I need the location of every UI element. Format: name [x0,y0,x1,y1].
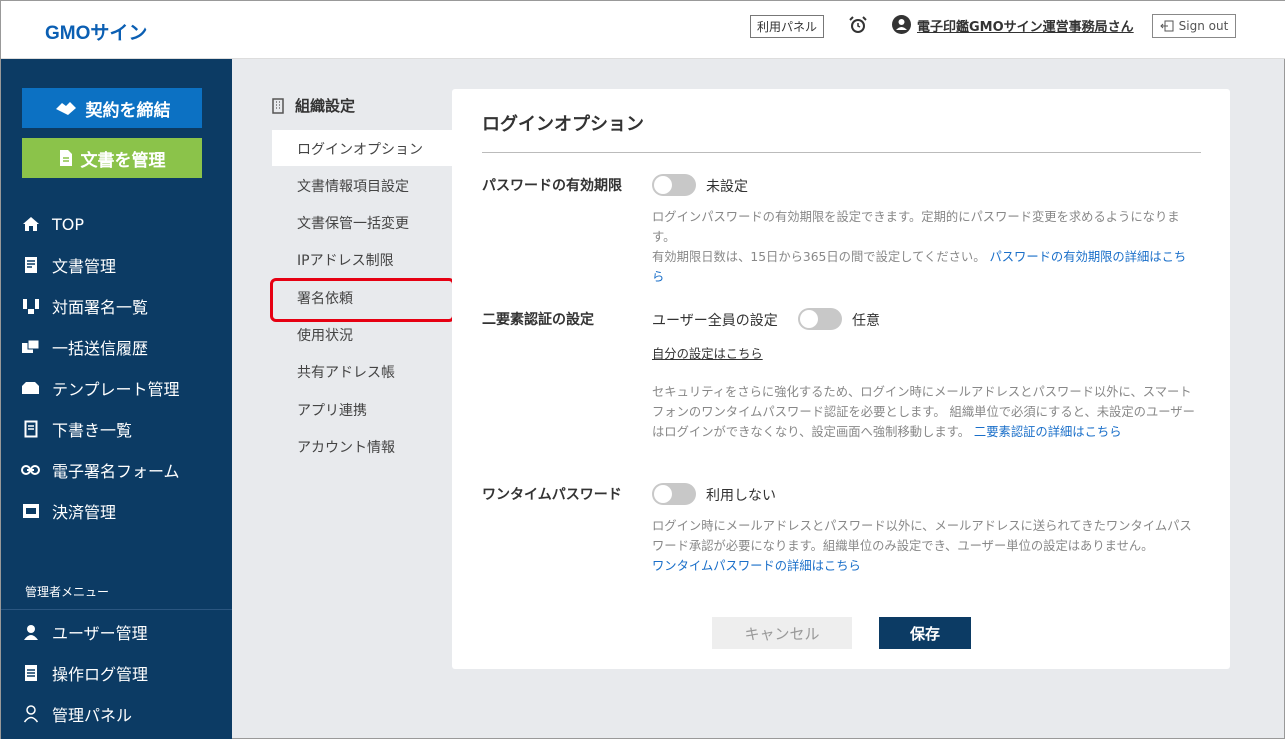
cancel-button[interactable]: キャンセル [712,617,852,649]
nav-draft-list[interactable]: 下書き一覧 [21,417,132,441]
draft-icon [21,420,40,439]
document-icon [59,150,72,166]
two-factor-label: 二要素認証の設定 [482,312,594,328]
title-divider [482,152,1201,153]
submenu-usage-status[interactable]: 使用状況 [297,325,353,345]
nav-admin-panel-label: 管理パネル [52,706,133,725]
user-icon [21,623,40,642]
two-factor-description: セキュリティをさらに強化するため、ログイン時にメールアドレスとパスワード以外に、… [652,382,1197,442]
user-avatar-icon [892,15,911,34]
nav-payment-management[interactable]: 決済管理 [21,499,116,523]
nav-operation-log-label: 操作ログ管理 [52,665,149,684]
nav-operation-log[interactable]: 操作ログ管理 [21,661,148,685]
home-icon [21,215,40,234]
onetime-password-desc-text: ログイン時にメールアドレスとパスワード以外に、メールアドレスに送られてきたワンタ… [652,519,1192,553]
admin-divider [1,609,232,610]
nav-template-management[interactable]: テンプレート管理 [21,376,180,400]
sign-out-icon [1159,20,1174,32]
user-name-link[interactable]: 電子印鑑GMOサイン運営事務局さん [917,16,1134,35]
usage-panel-button[interactable]: 利用パネル [750,15,824,38]
onetime-password-details-link[interactable]: ワンタイムパスワードの詳細はこちら [652,559,861,573]
handshake-icon [55,102,76,115]
submenu-document-storage-bulk-change[interactable]: 文書保管一括変更 [297,213,409,233]
admin-panel-icon [21,705,40,724]
sign-contract-label: 契約を締結 [85,100,171,121]
nav-e-sign-form-label: 電子署名フォーム [52,462,180,481]
nav-top-label: TOP [52,214,85,234]
two-factor-all-users-label: ユーザー全員の設定 [652,313,778,329]
password-expiry-value: 未設定 [706,179,748,195]
submenu-app-integration[interactable]: アプリ連携 [297,400,367,420]
nav-e-sign-form[interactable]: 電子署名フォーム [21,458,180,482]
nav-draft-list-label: 下書き一覧 [52,421,133,440]
nav-document-management-label: 文書管理 [52,257,117,276]
password-expiry-desc-text: 有効期限日数は、15日から365日の間で設定してください。 [652,250,986,264]
manage-documents-button[interactable]: 文書を管理 [22,138,202,178]
manage-documents-label: 文書を管理 [80,150,166,171]
login-options-card: ログインオプション パスワードの有効期限 未設定 ログインパスワードの有効期限を… [452,89,1230,669]
admin-menu-label: 管理者メニュー [25,585,110,599]
sign-out-button[interactable]: Sign out [1152,14,1236,38]
face-to-face-icon [21,297,40,316]
header: GMOサイン 利用パネル 電子印鑑GMOサイン運営事務局さん Sign out [1,1,1285,59]
nav-user-management[interactable]: ユーザー管理 [21,620,148,644]
nav-bulk-send-history-label: 一括送信履歴 [52,339,149,358]
page-title: ログインオプション [482,114,644,135]
gmo-sign-logo[interactable]: GMOサイン [45,18,147,45]
nav-bulk-send-history[interactable]: 一括送信履歴 [21,335,148,359]
password-expiry-desc-line1: ログインパスワードの有効期限を設定できます。定期的にパスワード変更を求めるように… [652,210,1180,244]
nav-document-management[interactable]: 文書管理 [21,253,116,277]
signature-request-highlight [270,278,455,322]
two-factor-value: 任意 [852,313,880,329]
submenu-ip-restriction[interactable]: IPアドレス制限 [297,250,394,270]
org-settings-title: 組織設定 [271,95,355,116]
org-settings-title-label: 組織設定 [295,97,356,115]
nav-admin-panel[interactable]: 管理パネル [21,702,132,726]
two-factor-details-link[interactable]: 二要素認証の詳細はこちら [974,425,1122,439]
submenu-login-options[interactable]: ログインオプション [297,139,423,159]
password-expiry-desc-line2: 有効期限日数は、15日から365日の間で設定してください。 パスワードの有効期限… [652,247,1197,287]
onetime-password-value: 利用しない [706,488,776,504]
onetime-password-toggle[interactable] [652,483,696,505]
nav-user-management-label: ユーザー管理 [52,624,148,643]
template-icon [21,379,40,398]
password-expiry-description: ログインパスワードの有効期限を設定できます。定期的にパスワード変更を求めるように… [652,207,1197,287]
building-icon [272,97,284,114]
save-button[interactable]: 保存 [879,617,971,649]
nav-face-to-face-sign-label: 対面署名一覧 [52,298,149,317]
bulk-send-icon [21,338,40,357]
two-factor-toggle[interactable] [798,308,842,330]
sign-out-label: Sign out [1178,19,1229,33]
password-expiry-toggle[interactable] [652,174,696,196]
nav-template-management-label: テンプレート管理 [52,380,180,399]
nav-top[interactable]: TOP [21,212,84,236]
onetime-password-description: ログイン時にメールアドレスとパスワード以外に、メールアドレスに送られてきたワンタ… [652,516,1197,576]
sign-contract-button[interactable]: 契約を締結 [22,88,202,128]
pay-icon [21,502,40,521]
submenu-document-info-fields[interactable]: 文書情報項目設定 [297,176,409,196]
two-factor-self-settings-link[interactable]: 自分の設定はこちら [652,344,763,362]
submenu-account-info[interactable]: アカウント情報 [297,437,395,457]
log-icon [21,664,40,683]
nav-payment-management-label: 決済管理 [52,503,117,522]
submenu-shared-address-book[interactable]: 共有アドレス帳 [297,362,395,382]
password-expiry-label: パスワードの有効期限 [482,178,622,194]
alarm-clock-icon[interactable] [847,14,869,36]
nav-face-to-face-sign[interactable]: 対面署名一覧 [21,294,148,318]
link-icon [21,461,40,480]
onetime-password-label: ワンタイムパスワード [482,487,622,503]
sidebar: 契約を締結 文書を管理 TOP 文書管理 対面署名一覧 一括送信履歴 テンプレー… [1,59,232,739]
document-icon [21,256,40,275]
